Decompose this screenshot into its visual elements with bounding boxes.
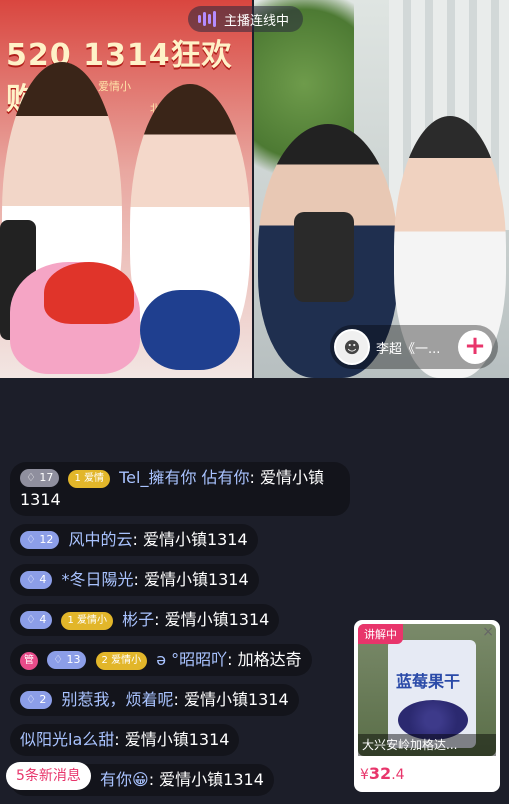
chat-text: : 爱情小镇1314: [173, 690, 289, 709]
chat-username[interactable]: 风中的云: [68, 530, 132, 549]
chat-message: ♢ 2 别惹我，烦着呢: 爱情小镇1314: [10, 684, 350, 724]
chat-username[interactable]: 别惹我，烦着呢: [61, 690, 173, 709]
user-level-badge: ♢ 13: [47, 651, 87, 669]
studio-microphone: [294, 212, 354, 302]
user-level-badge: ♢ 17: [20, 469, 60, 487]
banner-subline: 爱情小: [98, 80, 131, 93]
chat-message: 似阳光la么甜: 爱情小镇1314: [10, 724, 350, 764]
manager-badge: 管: [20, 652, 38, 670]
guest-video-panel[interactable]: [254, 0, 509, 378]
chat-text: : 爱情小镇1314: [114, 730, 230, 749]
chat-text: : 爱情小镇1314: [154, 610, 270, 629]
chat-text: : 爱情小镇1314: [148, 770, 264, 789]
user-level-badge: ♢ 2: [20, 691, 53, 709]
product-price: ¥32.4: [360, 764, 405, 783]
chat-text: : 加格达奇: [227, 650, 302, 669]
chat-message: ♢ 4 1 爱情小 彬子: 爱情小镇1314: [10, 604, 350, 644]
product-title[interactable]: 大兴安岭加格达...: [358, 734, 496, 756]
live-connect-status: 主播连线中: [188, 6, 304, 32]
chat-username[interactable]: *冬日陽光: [61, 570, 133, 589]
chat-username[interactable]: 似阳光la么甜: [20, 730, 114, 749]
audio-wave-icon: [198, 11, 216, 27]
guest-name[interactable]: 李超《一...: [376, 338, 458, 357]
fan-club-badge: 1 爱情: [68, 470, 111, 488]
chat-username[interactable]: ə °昭昭吖: [156, 650, 227, 669]
fan-club-badge: 1 爱情小: [61, 612, 114, 630]
live-status-label: 主播连线中: [224, 13, 290, 29]
guest-info-chip[interactable]: ☻ 李超《一... +: [330, 325, 498, 369]
arm-sleeve: [140, 290, 240, 370]
chat-text: : 爱情小镇1314: [132, 530, 248, 549]
fan-club-badge: 2 爱情小: [95, 652, 148, 670]
chat-list[interactable]: ♢ 17 1 爱情 Tel_擁有你 佔有你: 爱情小镇1314 ♢ 12 风中的…: [10, 462, 350, 804]
chat-message: ♢ 12 风中的云: 爱情小镇1314: [10, 524, 350, 564]
explaining-badge: 讲解中: [358, 624, 403, 644]
follow-button[interactable]: +: [458, 330, 492, 364]
chat-username[interactable]: 彬子: [122, 610, 154, 629]
chat-message: ♢ 4 *冬日陽光: 爱情小镇1314: [10, 564, 350, 604]
plush-toy-hat: [44, 262, 134, 324]
close-icon[interactable]: ×: [482, 624, 494, 640]
user-level-badge: ♢ 4: [20, 611, 53, 629]
chat-text: : 爱情小镇1314: [133, 570, 249, 589]
chat-message: ♢ 17 1 爱情 Tel_擁有你 佔有你: 爱情小镇1314: [10, 462, 350, 524]
guest-avatar[interactable]: ☻: [334, 329, 370, 365]
chat-username[interactable]: Tel_擁有你 佔有你: [119, 468, 249, 487]
user-level-badge: ♢ 4: [20, 571, 53, 589]
product-bag-title: 蓝莓果干: [396, 672, 461, 691]
live-video-area: 520 1314狂欢购 爱情小 北 主播连线中 ☻ 李超《一... +: [0, 0, 509, 378]
user-level-badge: ♢ 12: [20, 531, 60, 549]
new-messages-button[interactable]: 5条新消息: [6, 762, 91, 790]
product-card[interactable]: 蓝莓果干 讲解中 × 大兴安岭加格达... ¥32.4: [354, 620, 500, 792]
product-bag: 蓝莓果干: [388, 640, 476, 748]
host-video-panel[interactable]: 520 1314狂欢购 爱情小 北: [0, 0, 252, 378]
chat-username[interactable]: 有你😀: [100, 770, 149, 789]
chat-message: 管 ♢ 13 2 爱情小 ə °昭昭吖: 加格达奇: [10, 644, 350, 684]
